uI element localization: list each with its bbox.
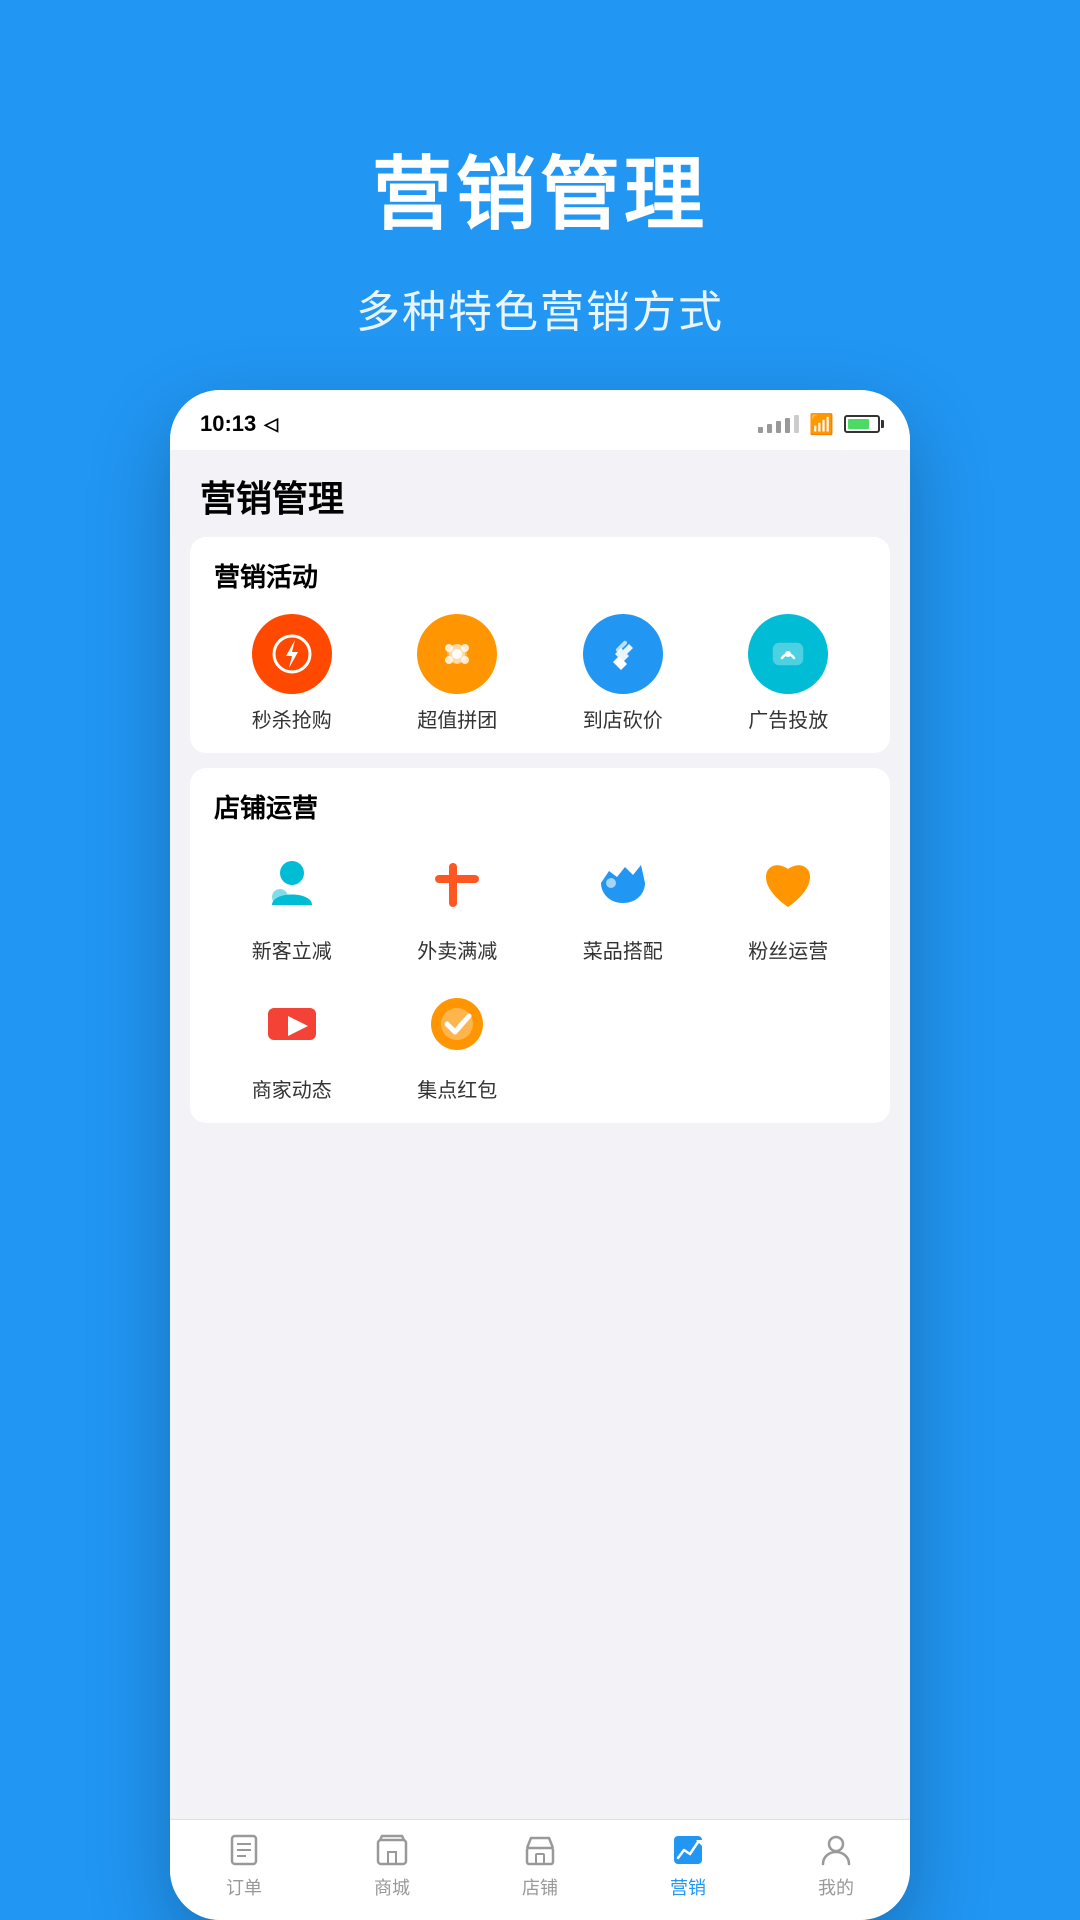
- nav-store-label: 店铺: [522, 1874, 558, 1900]
- dish-combo-item[interactable]: 菜品搭配: [545, 845, 701, 964]
- marketing-activities-grid: 秒杀抢购 超值拼团: [214, 614, 866, 733]
- phone-frame: 10:13 ◁ 📶 营销管理 营销活动: [170, 390, 910, 1920]
- hero-subtitle: 多种特色营销方式: [356, 276, 724, 340]
- nav-marketing-label: 营销: [670, 1874, 706, 1900]
- marketing-activities-card: 营销活动 秒杀抢购: [190, 537, 890, 753]
- nav-shop[interactable]: 商城: [342, 1832, 442, 1900]
- dish-combo-label: 菜品搭配: [583, 935, 663, 964]
- hero-section: 营销管理 多种特色营销方式: [0, 0, 1080, 390]
- location-icon: ◁: [264, 414, 278, 435]
- main-content: 营销活动 秒杀抢购: [170, 537, 910, 1178]
- ads-icon: [748, 614, 828, 694]
- marketing-icon: [670, 1832, 706, 1868]
- marketing-activities-title: 营销活动: [214, 557, 866, 594]
- shop-icon: [374, 1832, 410, 1868]
- battery-icon: [844, 415, 880, 433]
- new-customer-label: 新客立减: [252, 935, 332, 964]
- fan-ops-label: 粉丝运营: [748, 935, 828, 964]
- group-buy-label: 超值拼团: [417, 704, 497, 733]
- nav-store[interactable]: 店铺: [490, 1832, 590, 1900]
- nav-mine-label: 我的: [818, 1874, 854, 1900]
- delivery-discount-icon: [417, 845, 497, 925]
- nav-orders[interactable]: 订单: [194, 1832, 294, 1900]
- fan-ops-icon: [748, 845, 828, 925]
- in-store-discount-icon: [583, 614, 663, 694]
- hero-title: 营销管理: [372, 130, 708, 246]
- flash-sale-item[interactable]: 秒杀抢购: [214, 614, 370, 733]
- store-icon: [522, 1832, 558, 1868]
- merchant-updates-label: 商家动态: [252, 1074, 332, 1103]
- mine-icon: [818, 1832, 854, 1868]
- delivery-discount-item[interactable]: 外卖满减: [380, 845, 536, 964]
- wifi-icon: 📶: [809, 412, 834, 437]
- in-store-discount-item[interactable]: 到店砍价: [545, 614, 701, 733]
- ads-label: 广告投放: [748, 704, 828, 733]
- redpacket-icon: [417, 984, 497, 1064]
- ads-item[interactable]: 广告投放: [711, 614, 867, 733]
- nav-orders-label: 订单: [226, 1874, 262, 1900]
- bottom-nav: 订单 商城 店铺 营销: [170, 1819, 910, 1920]
- page-header: 营销管理: [170, 450, 910, 537]
- in-store-discount-label: 到店砍价: [583, 704, 663, 733]
- merchant-updates-icon: [252, 984, 332, 1064]
- flash-sale-label: 秒杀抢购: [252, 704, 332, 733]
- dish-combo-icon: [583, 845, 663, 925]
- group-buy-icon: [417, 614, 497, 694]
- group-buy-item[interactable]: 超值拼团: [380, 614, 536, 733]
- nav-marketing[interactable]: 营销: [638, 1832, 738, 1900]
- merchant-updates-item[interactable]: 商家动态: [214, 984, 370, 1103]
- delivery-discount-label: 外卖满减: [417, 935, 497, 964]
- nav-mine[interactable]: 我的: [786, 1832, 886, 1900]
- redpacket-item[interactable]: 集点红包: [380, 984, 536, 1103]
- signal-icon: [758, 415, 799, 433]
- status-time: 10:13 ◁: [200, 411, 278, 437]
- redpacket-label: 集点红包: [417, 1074, 497, 1103]
- nav-shop-label: 商城: [374, 1874, 410, 1900]
- store-operations-title: 店铺运营: [214, 788, 866, 825]
- status-bar: 10:13 ◁ 📶: [170, 390, 910, 450]
- store-operations-card: 店铺运营 新客立减: [190, 768, 890, 1123]
- store-operations-grid: 新客立减 外卖满减: [214, 845, 866, 1103]
- orders-icon: [226, 1832, 262, 1868]
- fan-ops-item[interactable]: 粉丝运营: [711, 845, 867, 964]
- new-customer-icon: [252, 845, 332, 925]
- status-icons: 📶: [758, 412, 880, 437]
- new-customer-item[interactable]: 新客立减: [214, 845, 370, 964]
- page-title: 营销管理: [200, 470, 880, 522]
- flash-sale-icon: [252, 614, 332, 694]
